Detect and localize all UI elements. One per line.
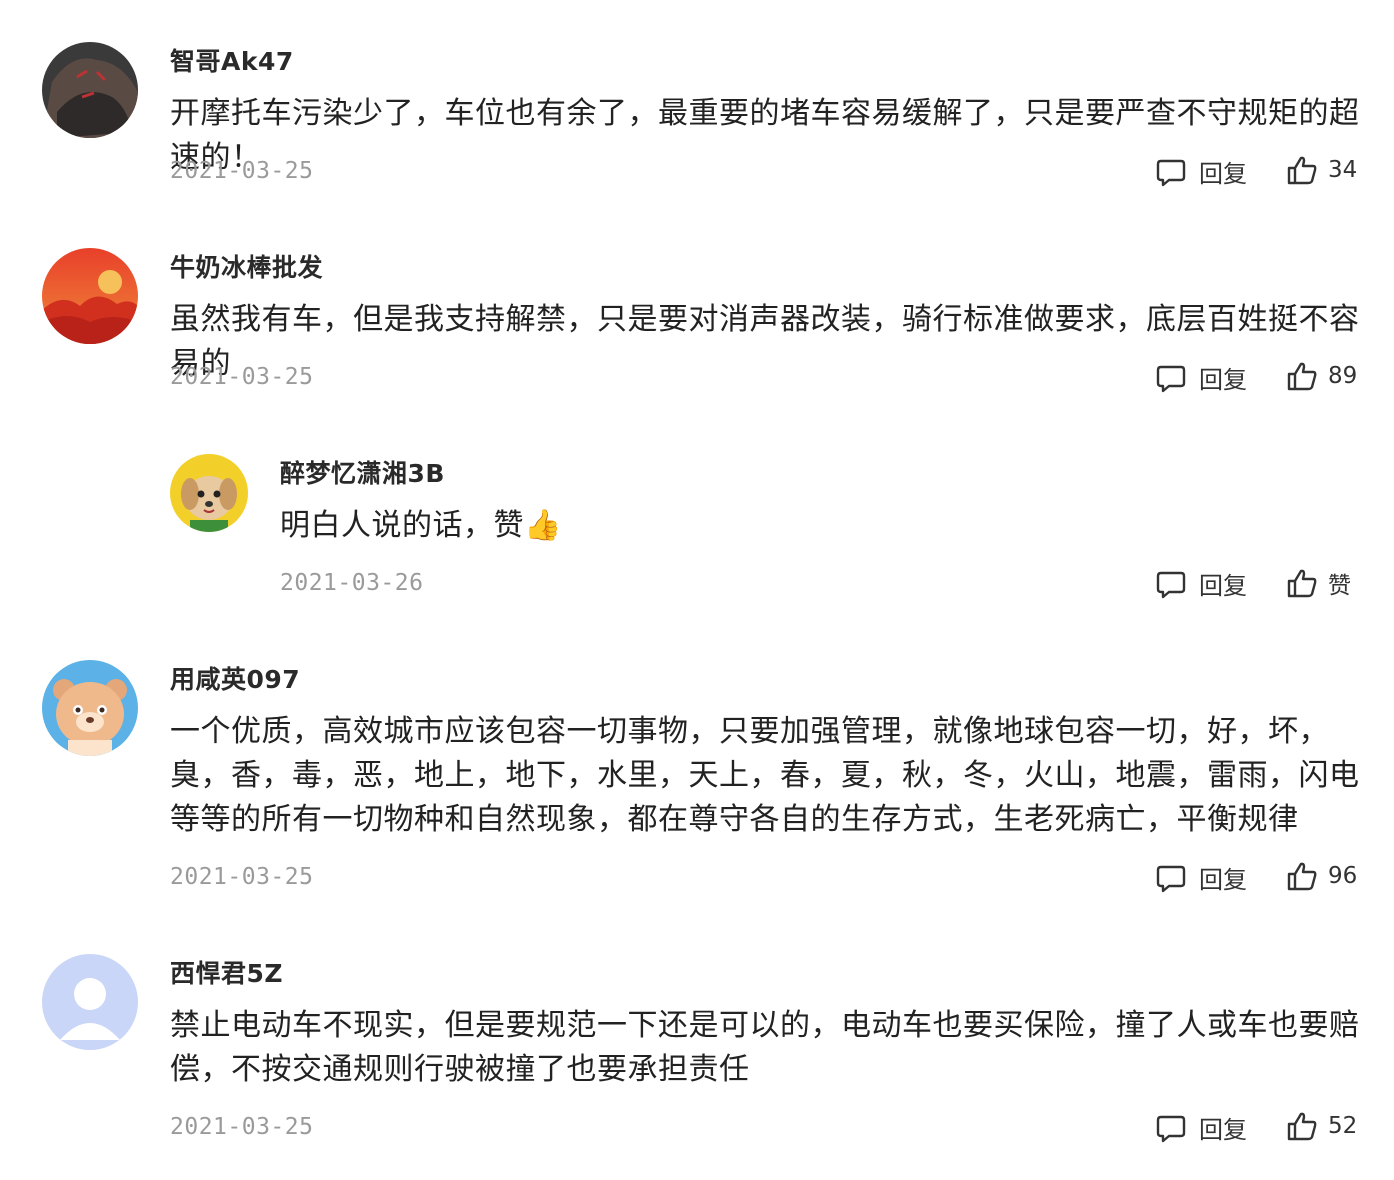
avatar[interactable]: [42, 660, 138, 756]
comment-date: 2021-03-25: [170, 864, 314, 890]
comment-text: 一个优质，高效城市应该包容一切事物，只要加强管理，就像地球包容一切，好，坏，臭，…: [170, 714, 1360, 837]
reply-label: 回复: [1199, 1116, 1247, 1144]
comment-date: 2021-03-26: [280, 570, 424, 596]
like-button[interactable]: 52: [1286, 1110, 1357, 1142]
comment-text: 明白人说的话，赞👍: [280, 504, 1350, 548]
comment-text: 禁止电动车不现实，但是要规范一下还是可以的，电动车也要买保险，撞了人或车也要赔偿…: [170, 1008, 1360, 1087]
comment-date: 2021-03-25: [170, 158, 314, 184]
reply-label: 回复: [1199, 572, 1247, 600]
avatar[interactable]: [42, 42, 138, 138]
bear-icon: [42, 660, 138, 756]
sunset-icon: [42, 248, 138, 344]
reply-button[interactable]: 回复: [1155, 1110, 1247, 1145]
thumbs-up-icon: [1286, 860, 1318, 892]
reply-button[interactable]: 回复: [1155, 154, 1247, 189]
username[interactable]: 用咸英097: [170, 660, 300, 696]
like-button[interactable]: 96: [1286, 860, 1357, 892]
thumbs-up-icon: [1286, 154, 1318, 186]
reply-label: 回复: [1199, 160, 1247, 188]
like-count: 52: [1328, 1113, 1358, 1139]
like-count: 34: [1328, 157, 1358, 183]
comment-date: 2021-03-25: [170, 1114, 314, 1140]
thumbs-up-icon: [1286, 360, 1318, 392]
comment-date: 2021-03-25: [170, 364, 314, 390]
thumbs-up-emoji: 👍: [524, 508, 562, 543]
username[interactable]: 牛奶冰棒批发: [170, 248, 323, 284]
like-count: 89: [1328, 363, 1358, 389]
comment-bubble-icon: [1155, 1112, 1187, 1144]
reply-button[interactable]: 回复: [1155, 360, 1247, 395]
like-button[interactable]: 34: [1286, 154, 1357, 186]
comment-text-body: 明白人说的话，赞: [280, 508, 524, 543]
reply-button[interactable]: 回复: [1155, 860, 1247, 895]
thumbs-up-icon: [1286, 567, 1318, 599]
reply-label: 回复: [1199, 366, 1247, 394]
default-user-icon: [42, 954, 138, 1050]
username[interactable]: 智哥Ak47: [170, 42, 294, 78]
avatar[interactable]: [42, 248, 138, 344]
comment-bubble-icon: [1155, 156, 1187, 188]
like-button[interactable]: 89: [1286, 360, 1357, 392]
avatar[interactable]: [170, 454, 248, 532]
like-button[interactable]: 赞: [1286, 566, 1351, 600]
reply-label: 回复: [1199, 866, 1247, 894]
thumbs-up-icon: [1286, 1110, 1318, 1142]
comment-bubble-icon: [1155, 362, 1187, 394]
like-count: 赞: [1328, 573, 1351, 599]
dark-rock-icon: [42, 42, 138, 138]
username[interactable]: 西悍君5Z: [170, 954, 283, 990]
comment-bubble-icon: [1155, 862, 1187, 894]
like-count: 96: [1328, 863, 1358, 889]
username[interactable]: 醉梦忆潇湘3B: [280, 454, 445, 490]
avatar[interactable]: [42, 954, 138, 1050]
comment-bubble-icon: [1155, 568, 1187, 600]
reply-button[interactable]: 回复: [1155, 566, 1247, 601]
dog-icon: [170, 454, 248, 532]
